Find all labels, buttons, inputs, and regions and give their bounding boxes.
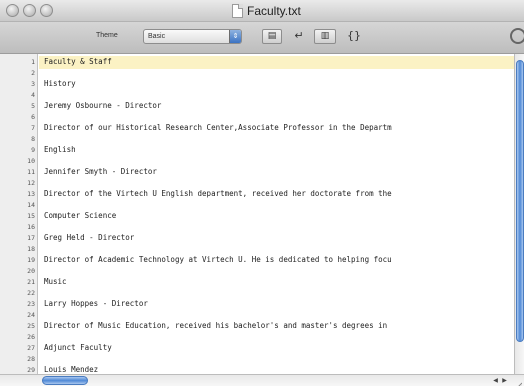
line-number: 26 [27, 333, 35, 341]
line-number: 25 [27, 322, 35, 330]
line-number: 3 [31, 80, 35, 88]
editor-toolbar: Theme Basic ⇕ ▤ ↵ ▥ {} [0, 22, 524, 54]
scroll-right-icon[interactable]: ▶ [500, 376, 509, 385]
line-number: 23 [27, 300, 35, 308]
line-number: 1 [31, 58, 35, 66]
document-icon [232, 4, 243, 18]
line-number-gutter: 1 2 3 4 5 6 7 8 9 10 11 12 13 14 15 16 17 18 19 20 21 22 23 24 2… [0, 54, 38, 374]
line-endings-button[interactable]: ↵ [292, 29, 306, 44]
line-number: 10 [27, 157, 35, 165]
code-folding-button[interactable]: {} [345, 29, 363, 44]
text-line: Computer Science [44, 211, 117, 220]
line-number: 27 [27, 344, 35, 352]
close-window-button[interactable] [6, 4, 19, 17]
line-number: 16 [27, 223, 35, 231]
select-arrows-icon: ⇕ [229, 30, 241, 43]
line-number: 12 [27, 179, 35, 187]
window-title-group: Faculty.txt [232, 3, 301, 19]
gutter-toggle-button[interactable]: ▥ [314, 29, 336, 44]
text-line: Jennifer Smyth - Director [44, 167, 157, 176]
text-line: Larry Hoppes - Director [44, 299, 148, 308]
line-number: 19 [27, 256, 35, 264]
text-editor[interactable]: 1 2 3 4 5 6 7 8 9 10 11 12 13 14 15 16 17 18 19 20 21 22 23 24 2… [0, 54, 514, 374]
line-number: 14 [27, 201, 35, 209]
text-line: Faculty & Staff [44, 57, 112, 66]
text-line: Director of Music Education, received hi… [44, 321, 388, 330]
text-line: Greg Held - Director [44, 233, 135, 242]
text-line: Director of our Historical Research Cent… [44, 123, 392, 132]
line-number: 24 [27, 311, 35, 319]
line-number: 8 [31, 135, 35, 143]
line-number: 4 [31, 91, 35, 99]
text-line: History [44, 79, 76, 88]
line-number: 18 [27, 245, 35, 253]
line-number: 7 [31, 124, 35, 132]
columns-icon: ▥ [320, 31, 330, 41]
theme-label: Theme [96, 32, 118, 39]
line-number: 5 [31, 102, 35, 110]
theme-select-value: Basic [148, 33, 166, 40]
line-number: 11 [27, 168, 35, 176]
resize-grip-icon[interactable] [512, 376, 523, 386]
scroll-left-icon[interactable]: ◀ [491, 376, 500, 385]
minimize-window-button[interactable] [23, 4, 36, 17]
soft-wrap-button[interactable]: ▤ [262, 29, 282, 44]
line-number: 22 [27, 289, 35, 297]
line-number: 9 [31, 146, 35, 154]
horizontal-scroll-thumb[interactable] [42, 376, 88, 385]
window-title: Faculty.txt [247, 4, 301, 18]
text-line: Director of the Virtech U English depart… [44, 189, 392, 198]
vertical-scroll-thumb[interactable] [516, 60, 524, 342]
line-number: 29 [27, 366, 35, 374]
vertical-scrollbar[interactable] [514, 54, 524, 374]
return-icon: ↵ [294, 29, 304, 42]
text-line: Adjunct Faculty [44, 343, 112, 352]
zoom-window-button[interactable] [40, 4, 53, 17]
theme-select[interactable]: Basic ⇕ [143, 29, 242, 44]
line-number: 2 [31, 69, 35, 77]
line-number: 28 [27, 355, 35, 363]
line-number: 15 [27, 212, 35, 220]
text-line: Music [44, 277, 67, 286]
horizontal-scrollbar[interactable]: ◀ ▶ [0, 374, 524, 386]
line-number: 20 [27, 267, 35, 275]
window-titlebar: Faculty.txt [0, 0, 524, 22]
line-number: 6 [31, 113, 35, 121]
text-line: Louis Mendez [44, 365, 99, 374]
text-line: Director of Academic Technology at Virte… [44, 255, 392, 264]
braces-label: {} [347, 29, 361, 42]
text-line: English [44, 145, 76, 154]
line-number: 21 [27, 278, 35, 286]
wrap-icon: ▤ [267, 31, 277, 41]
toolbar-toggle-icon[interactable] [510, 28, 524, 44]
text-line: Jeremy Osbourne - Director [44, 101, 162, 110]
line-number: 17 [27, 234, 35, 242]
line-number: 13 [27, 190, 35, 198]
